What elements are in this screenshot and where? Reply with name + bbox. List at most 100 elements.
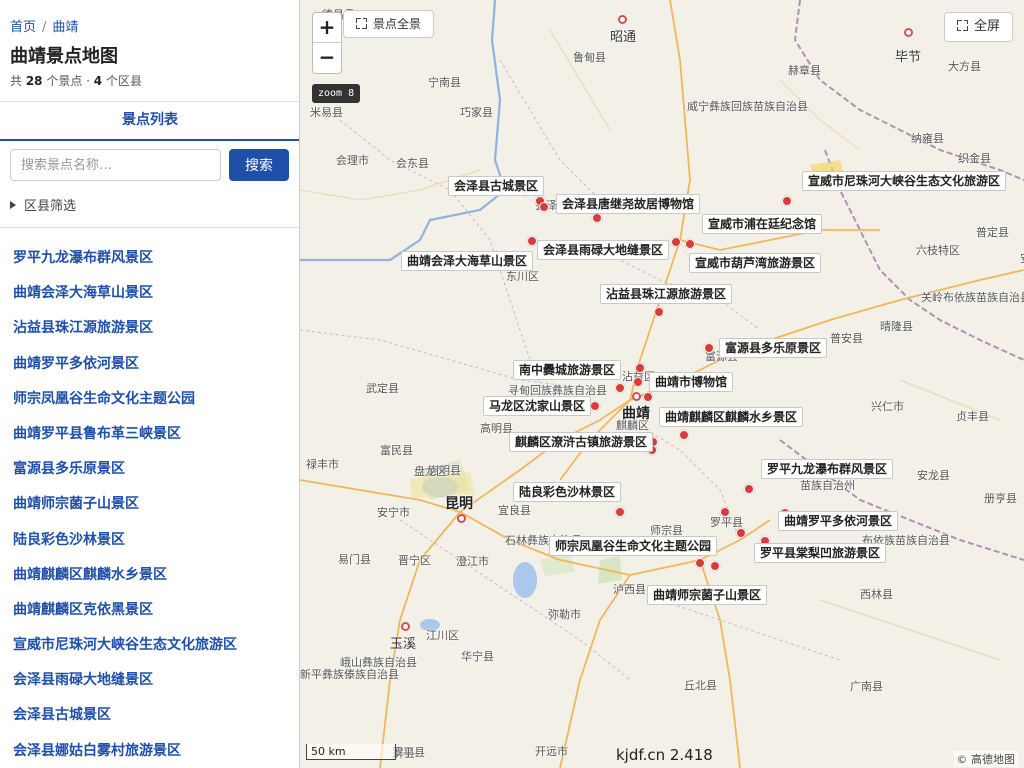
spot-marker-icon[interactable]: [635, 363, 645, 373]
map-view[interactable]: 德昌县昭通毕节鲁甸县赫章县大方县宁南县巧家县米易县威宁彝族回族苗族自治县纳雍县会…: [300, 0, 1024, 768]
map-place-label: 兴仁市: [871, 400, 904, 413]
tab-spot-list[interactable]: 景点列表: [0, 102, 299, 141]
map-place-label: 广南县: [850, 680, 883, 693]
zoom-control: + −: [312, 12, 342, 74]
spot-marker-icon[interactable]: [782, 196, 792, 206]
overview-button-label: 景点全景: [373, 17, 422, 31]
spot-marker-icon[interactable]: [710, 561, 720, 571]
map-place-label: 安龙县: [917, 469, 950, 482]
sidebar: 首页 / 曲靖 曲靖景点地图 共 28 个景点 · 4 个区县 景点列表 搜索 区县…: [0, 0, 300, 768]
poi-label[interactable]: 宣威市浦在廷纪念馆: [702, 214, 823, 234]
breadcrumb: 首页 / 曲靖: [10, 16, 78, 35]
fullscreen-button[interactable]: 全屏: [944, 12, 1014, 42]
poi-label[interactable]: 沾益县珠江源旅游景区: [600, 284, 733, 304]
scale-bar: 50 km: [306, 744, 396, 760]
map-place-label: 纳雍县: [911, 132, 944, 145]
map-place-label: 贞丰县: [956, 410, 989, 423]
poi-label[interactable]: 麒麟区潦浒古镇旅游景区: [509, 432, 654, 452]
map-place-label: 丘北县: [684, 679, 717, 692]
map-place-label: 禄丰市: [306, 458, 339, 471]
map-place-label: 安宁市: [377, 506, 410, 519]
spot-marker-icon[interactable]: [736, 528, 746, 538]
spot-marker-icon[interactable]: [654, 307, 664, 317]
summary-suffix: 个区县: [102, 74, 142, 88]
map-place-label: 宜良县: [498, 504, 531, 517]
poi-label[interactable]: 富源县多乐原景区: [719, 338, 828, 358]
poi-label[interactable]: 马龙区沈家山景区: [483, 396, 592, 416]
spot-list-item[interactable]: 富源县多乐原景区: [0, 452, 299, 487]
poi-label[interactable]: 会泽县雨碌大地缝景区: [537, 240, 670, 260]
spot-marker-icon[interactable]: [590, 401, 600, 411]
poi-label[interactable]: 曲靖师宗菌子山景区: [647, 585, 768, 605]
spot-list-item[interactable]: 会泽县古城景区: [0, 698, 299, 733]
poi-label[interactable]: 师宗凤凰谷生命文化主题公园: [549, 536, 718, 556]
map-place-label: 晋宁区: [398, 554, 431, 567]
zoom-out-button[interactable]: −: [313, 43, 341, 73]
map-place-label: 新平彝族傣族自治县: [300, 668, 399, 681]
poi-label[interactable]: 南中爨城旅游景区: [513, 360, 622, 380]
spot-list-item[interactable]: 曲靖麒麟区克依黑景区: [0, 593, 299, 628]
spot-list-item[interactable]: 沾益县珠江源旅游景区: [0, 311, 299, 346]
poi-label[interactable]: 罗平县棠梨凹旅游景区: [754, 543, 887, 563]
breadcrumb-home-link[interactable]: 首页: [10, 20, 36, 35]
breadcrumb-current-link[interactable]: 曲靖: [52, 20, 78, 35]
spot-list-item[interactable]: 会泽县雨碌大地缝景区: [0, 663, 299, 698]
page-title: 曲靖景点地图: [10, 46, 118, 67]
spot-marker-icon[interactable]: [685, 239, 695, 249]
map-place-label: 六枝特区: [916, 244, 960, 257]
map-place-label: 盘龙区: [414, 465, 447, 478]
spot-marker-icon[interactable]: [615, 383, 625, 393]
spot-list: 罗平九龙瀑布群风景区 曲靖会泽大海草山景区 沾益县珠江源旅游景区 曲靖罗平多依河景区师…: [0, 241, 299, 768]
spot-list-item[interactable]: 曲靖罗平多依河景区: [0, 347, 299, 382]
poi-label[interactable]: 宣威市尼珠河大峡谷生态文化旅游区: [802, 171, 1007, 191]
spot-list-item[interactable]: 陆良彩色沙林景区: [0, 523, 299, 558]
spot-marker-icon[interactable]: [720, 507, 730, 517]
poi-label[interactable]: 宣威市葫芦湾旅游景区: [689, 253, 822, 273]
overview-button[interactable]: 景点全景: [343, 10, 435, 38]
spot-list-item[interactable]: 曲靖会泽大海草山景区: [0, 276, 299, 311]
poi-label[interactable]: 曲靖麒麟区麒麟水乡景区: [659, 407, 804, 427]
divider: [0, 227, 299, 228]
poi-label[interactable]: 曲靖罗平多依河景区: [778, 511, 899, 531]
search-button[interactable]: 搜索: [229, 149, 289, 181]
spot-marker-icon[interactable]: [744, 484, 754, 494]
spot-marker-icon[interactable]: [695, 558, 705, 568]
search-input[interactable]: [10, 149, 221, 181]
spot-marker-icon[interactable]: [704, 343, 714, 353]
spot-list-item[interactable]: 师宗凤凰谷生命文化主题公园: [0, 382, 299, 417]
spot-list-item[interactable]: 会泽县娜姑白雾村旅游景区: [0, 734, 299, 768]
poi-label[interactable]: 曲靖会泽大海草山景区: [401, 251, 534, 271]
spot-count: 28: [25, 74, 43, 88]
map-place-label: 麒麟区: [616, 419, 649, 432]
city-dot-icon: [456, 513, 466, 523]
county-count: 4: [93, 74, 103, 88]
spot-marker-icon[interactable]: [633, 377, 643, 387]
map-place-label: 宁南县: [428, 76, 461, 89]
fullscreen-icon: [957, 20, 968, 31]
spot-marker-icon[interactable]: [643, 392, 653, 402]
spot-marker-icon[interactable]: [615, 507, 625, 517]
poi-label[interactable]: 会泽县唐继尧故居博物馆: [556, 194, 701, 214]
spot-marker-icon[interactable]: [592, 213, 602, 223]
spot-marker-icon[interactable]: [671, 237, 681, 247]
spot-list-item[interactable]: 宣威市尼珠河大峡谷生态文化旅游区: [0, 628, 299, 663]
spot-list-item[interactable]: 曲靖师宗菌子山景区: [0, 487, 299, 522]
city-dot-icon: [617, 14, 627, 24]
spot-marker-icon[interactable]: [527, 236, 537, 246]
county-filter-toggle[interactable]: 区县筛选: [10, 195, 76, 214]
zoom-in-button[interactable]: +: [313, 13, 341, 43]
poi-label[interactable]: 陆良彩色沙林景区: [513, 482, 622, 502]
poi-label[interactable]: 曲靖市博物馆: [649, 372, 734, 392]
poi-label[interactable]: 会泽县古城景区: [448, 176, 545, 196]
map-place-label: 泸西县: [613, 583, 646, 596]
spot-marker-icon[interactable]: [539, 202, 549, 212]
watermark: kjdf.cn 2.418: [616, 746, 713, 764]
spot-list-item[interactable]: 罗平九龙瀑布群风景区: [0, 241, 299, 276]
poi-label[interactable]: 罗平九龙瀑布群风景区: [761, 459, 894, 479]
map-attribution[interactable]: © 高德地图: [953, 751, 1018, 767]
city-dot-icon: [903, 27, 913, 37]
spot-list-item[interactable]: 曲靖麒麟区麒麟水乡景区: [0, 558, 299, 593]
map-place-label: 晴隆县: [880, 320, 913, 333]
spot-list-item[interactable]: 曲靖罗平县鲁布革三峡景区: [0, 417, 299, 452]
spot-marker-icon[interactable]: [679, 430, 689, 440]
